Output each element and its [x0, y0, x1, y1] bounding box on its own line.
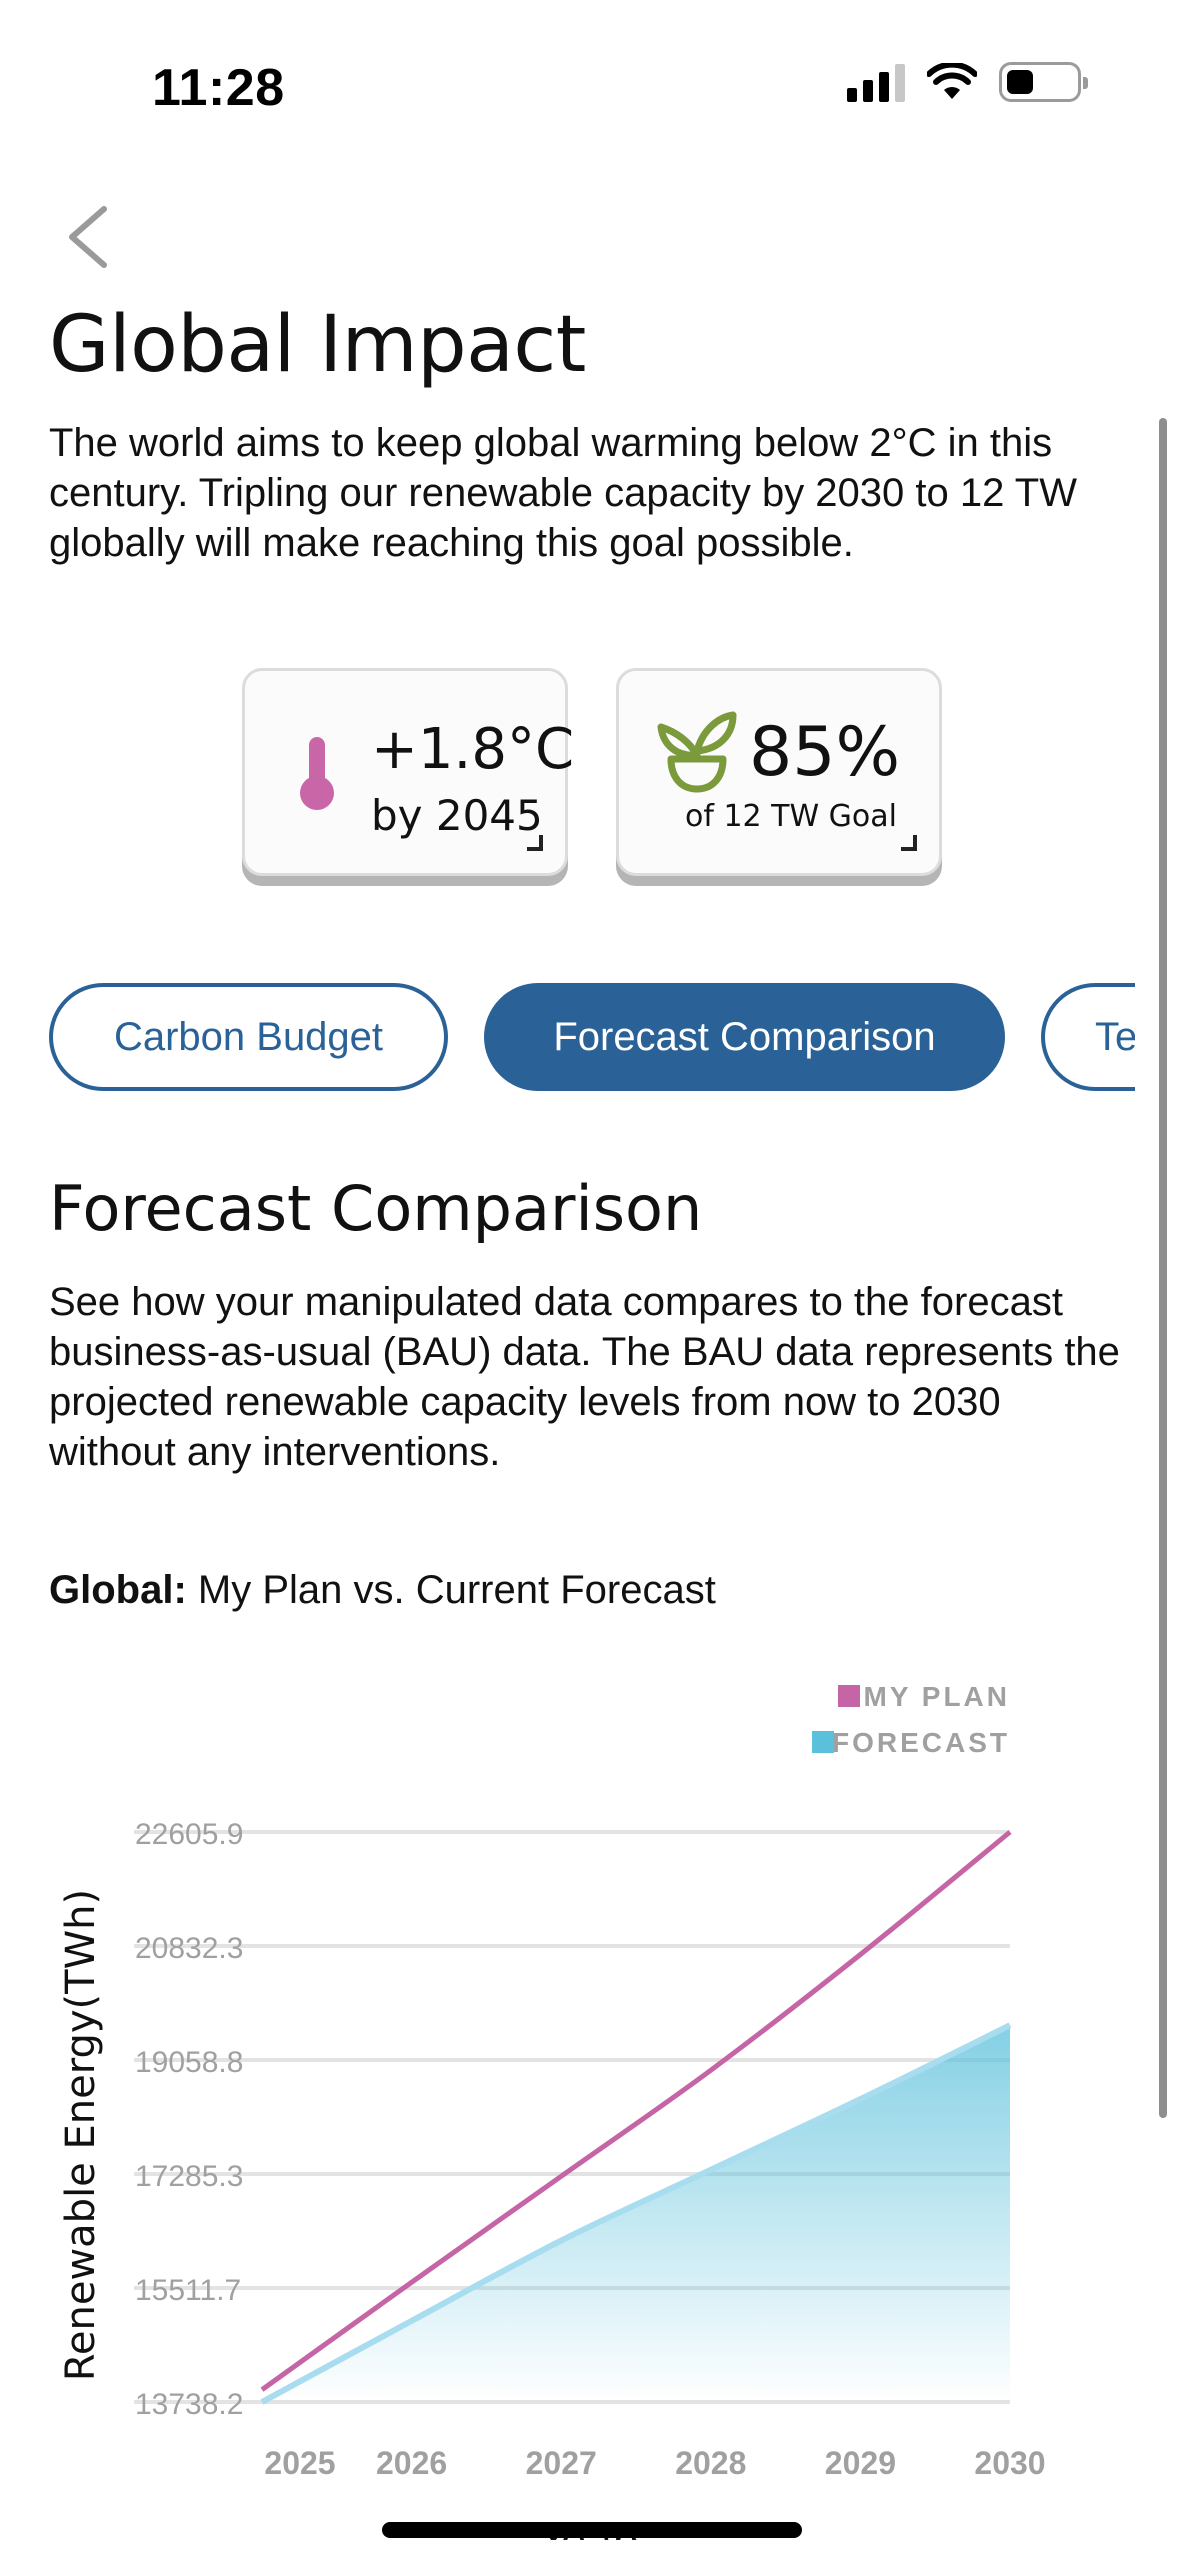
- legend-label-forecast: FORECAST: [832, 1727, 1010, 1758]
- section-title: Forecast Comparison: [49, 1172, 703, 1245]
- chart-heading-bold: Global:: [49, 1568, 187, 1612]
- x-tick-label: 2025: [264, 2445, 335, 2481]
- status-icons: [847, 62, 1088, 102]
- temperature-label: by 2045: [371, 791, 543, 840]
- y-tick-label: 19058.8: [135, 2046, 243, 2079]
- temperature-card[interactable]: +1.8°C by 2045: [242, 668, 574, 876]
- chart-heading: Global: My Plan vs. Current Forecast: [49, 1568, 716, 1613]
- x-tick-label: 2028: [675, 2445, 746, 2481]
- y-tick-label: 17285.3: [135, 2160, 243, 2193]
- y-tick-label: 15511.7: [135, 2274, 241, 2307]
- wifi-icon: [927, 63, 977, 99]
- forecast-line-chart: 22605.9 20832.3 19058.8 17285.3 15511.7 13738…: [58, 1681, 1046, 2540]
- screen: { "status_bar": { "time": "11:28" }, "he…: [0, 0, 1179, 2556]
- x-tick-label: 2027: [526, 2445, 597, 2481]
- page-title: Global Impact: [49, 300, 586, 390]
- goal-card[interactable]: 85% of 12 TW Goal: [616, 668, 942, 876]
- goal-label: of 12 TW Goal: [685, 799, 898, 834]
- legend-swatch-forecast: [812, 1731, 834, 1753]
- section-description: See how your manipulated data compares t…: [49, 1280, 1120, 1474]
- y-axis-label: Renewable Energy(TWh): [58, 1889, 104, 2381]
- thermometer-icon: [300, 737, 334, 810]
- legend-swatch-my-plan: [838, 1685, 860, 1707]
- battery-icon: [999, 62, 1088, 102]
- tab-carbon-budget[interactable]: Carbon Budget: [49, 983, 448, 1091]
- x-tick-label: 2030: [974, 2445, 1045, 2481]
- legend-label-my-plan: MY PLAN: [864, 1681, 1011, 1712]
- plant-icon: [657, 711, 737, 793]
- home-indicator[interactable]: [382, 2522, 802, 2538]
- goal-value: 85%: [749, 713, 901, 792]
- intro-text: The world aims to keep global warming be…: [49, 421, 1077, 565]
- y-tick-label: 13738.2: [135, 2388, 243, 2421]
- tab-forecast-comparison[interactable]: Forecast Comparison: [484, 983, 1005, 1091]
- cellular-signal-icon: [847, 62, 905, 102]
- expand-corner-icon: [527, 835, 543, 851]
- back-chevron-icon[interactable]: [62, 205, 114, 269]
- tab-bar: Carbon Budget Forecast Comparison Te: [0, 983, 1135, 1093]
- status-time: 11:28: [152, 59, 285, 117]
- x-tick-label: 2026: [376, 2445, 447, 2481]
- y-tick-label: 20832.3: [135, 1932, 243, 1965]
- x-tick-label: 2029: [825, 2445, 896, 2481]
- tab-partial[interactable]: Te: [1041, 983, 1135, 1091]
- scrollbar[interactable]: [1159, 418, 1167, 2118]
- temperature-value: +1.8°C: [371, 717, 575, 782]
- expand-corner-icon: [901, 835, 917, 851]
- y-tick-label: 22605.9: [135, 1818, 243, 1851]
- chart-heading-text: My Plan vs. Current Forecast: [186, 1568, 716, 1612]
